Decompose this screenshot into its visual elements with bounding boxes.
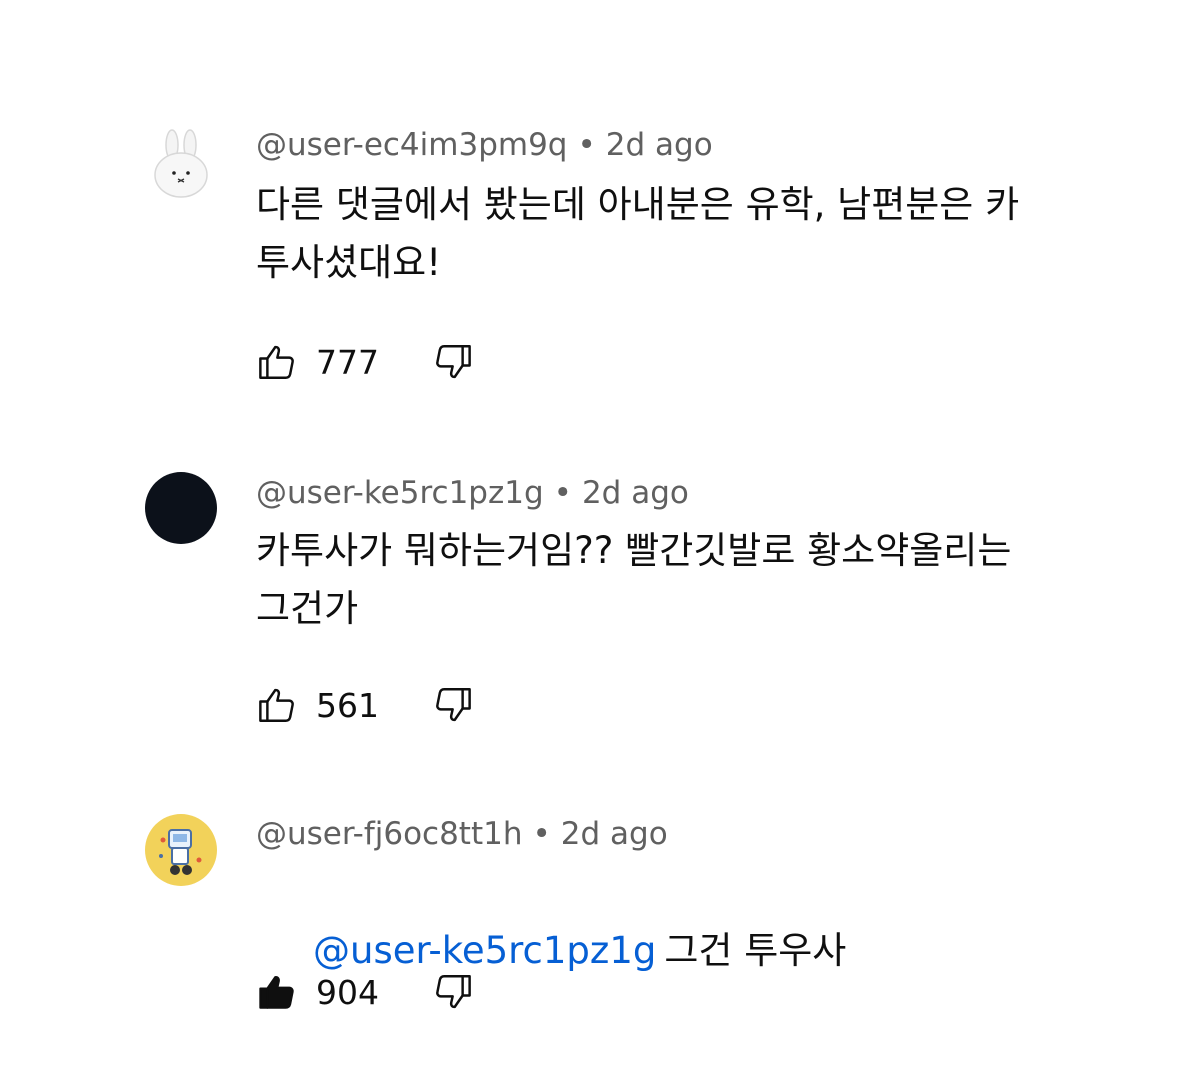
bunny-plush-avatar-icon[interactable]	[145, 127, 217, 199]
thumbs-down-outline-icon	[432, 684, 474, 726]
mention-link[interactable]: @user-ke5rc1pz1g	[313, 929, 656, 972]
like-count: 777	[316, 342, 379, 382]
comment-meta: @user-ec4im3pm9q • 2d ago	[256, 125, 713, 165]
robot-character-avatar-icon[interactable]	[145, 814, 217, 886]
comment-username[interactable]: @user-ec4im3pm9q	[256, 127, 567, 163]
thumbs-up-filled-icon	[256, 971, 298, 1013]
comment-actions: 777	[256, 338, 474, 386]
like-count: 904	[316, 972, 379, 1012]
thumbs-up-outline-icon	[256, 341, 298, 383]
dislike-button[interactable]	[432, 684, 474, 726]
dislike-button[interactable]	[432, 971, 474, 1013]
comment-time: 2d ago	[581, 475, 689, 511]
comment-time: 2d ago	[560, 816, 668, 852]
black-circle-avatar-icon[interactable]	[145, 472, 217, 544]
thumbs-down-outline-icon	[432, 341, 474, 383]
comment-meta: @user-ke5rc1pz1g • 2d ago	[256, 473, 689, 513]
meta-separator: •	[553, 475, 572, 511]
comment-actions: 904	[256, 968, 474, 1016]
comment-meta: @user-fj6oc8tt1h • 2d ago	[256, 814, 668, 854]
comment-username[interactable]: @user-fj6oc8tt1h	[256, 816, 522, 852]
thumbs-up-outline-icon	[256, 684, 298, 726]
meta-separator: •	[577, 127, 596, 163]
dislike-button[interactable]	[432, 341, 474, 383]
thumbs-down-outline-icon	[432, 971, 474, 1013]
like-button[interactable]: 561	[256, 684, 396, 726]
meta-separator: •	[532, 816, 551, 852]
comment-text: 카투사가 뭐하는거임?? 빨간깃발로 황소약올리는 그건가	[256, 529, 1012, 630]
comment-time: 2d ago	[605, 127, 713, 163]
like-count: 561	[316, 685, 379, 725]
comment-text: 다른 댓글에서 봤는데 아내분은 유학, 남편분은 카 투사셨대요!	[256, 183, 1020, 284]
comment-body: 그건 투우사	[664, 929, 847, 972]
comment-actions: 561	[256, 681, 474, 729]
like-button[interactable]: 777	[256, 341, 396, 383]
comment-username[interactable]: @user-ke5rc1pz1g	[256, 475, 544, 511]
like-button[interactable]: 904	[256, 971, 396, 1013]
